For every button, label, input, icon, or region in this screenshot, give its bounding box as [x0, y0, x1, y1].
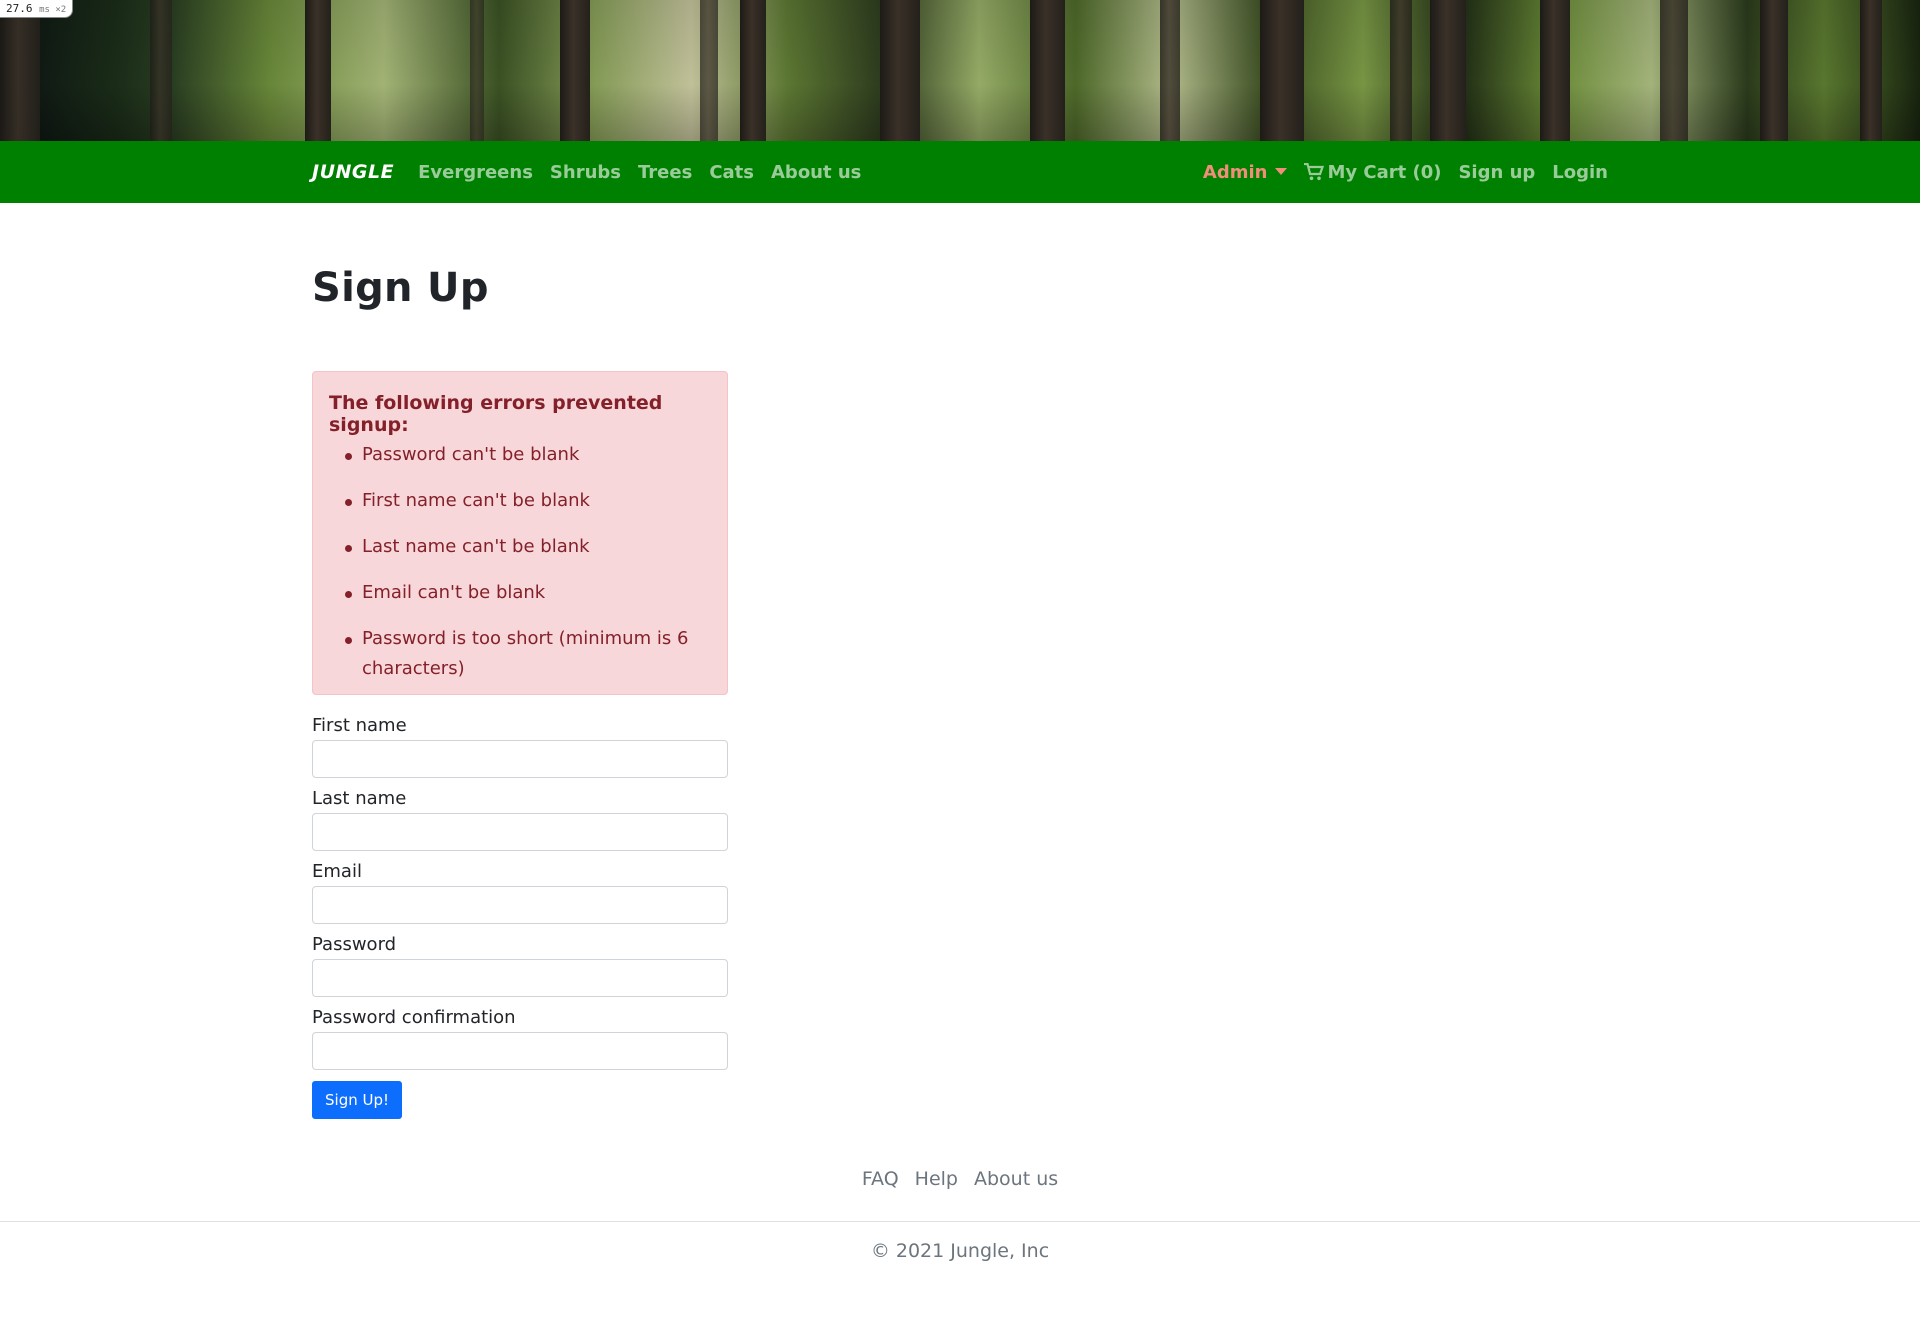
footer-link-about-us[interactable]: About us: [974, 1168, 1058, 1190]
admin-dropdown[interactable]: Admin: [1203, 162, 1288, 183]
caret-down-icon: [1275, 167, 1288, 175]
nav-link-trees[interactable]: Trees: [638, 162, 692, 183]
first-name-label: First name: [312, 715, 407, 736]
footer-link-help[interactable]: Help: [915, 1168, 958, 1190]
last-name-input[interactable]: [312, 813, 728, 851]
first-name-input[interactable]: [312, 740, 728, 778]
perf-unit: ms ×2: [39, 5, 67, 15]
perf-badge: 27.6 ms ×2: [0, 0, 74, 18]
error-item: First name can't be blank: [345, 486, 711, 516]
password-label: Password: [312, 934, 397, 955]
brand-logo[interactable]: JUNGLE: [312, 161, 394, 183]
sign-up-submit-button[interactable]: Sign Up!: [312, 1081, 402, 1119]
error-item: Last name can't be blank: [345, 532, 711, 562]
error-item: Password can't be blank: [345, 440, 711, 470]
error-item: Email can't be blank: [345, 578, 711, 608]
email-label: Email: [312, 861, 362, 882]
shopping-cart-icon: [1304, 163, 1325, 181]
cart-label: My Cart (0): [1327, 161, 1442, 183]
hero-banner-forest: [0, 0, 1920, 141]
nav-link-login[interactable]: Login: [1552, 162, 1608, 183]
admin-label: Admin: [1202, 161, 1268, 183]
footer-link-faq[interactable]: FAQ: [862, 1168, 899, 1190]
perf-value: 27.6: [6, 2, 33, 15]
nav-link-sign-up[interactable]: Sign up: [1458, 162, 1535, 183]
error-alert: The following errors prevented signup: P…: [312, 371, 728, 695]
footer-links: FAQ Help About us: [0, 1168, 1920, 1190]
password-confirmation-input[interactable]: [312, 1032, 728, 1070]
email-input[interactable]: [312, 886, 728, 924]
page-title: Sign Up: [312, 265, 489, 311]
nav-link-evergreens[interactable]: Evergreens: [418, 162, 533, 183]
footer-divider: [0, 1221, 1920, 1222]
nav-link-about-us[interactable]: About us: [771, 162, 861, 183]
error-item: Password is too short (minimum is 6 char…: [345, 624, 711, 684]
nav-link-shrubs[interactable]: Shrubs: [550, 162, 621, 183]
password-input[interactable]: [312, 959, 728, 997]
copyright: © 2021 Jungle, Inc: [870, 1240, 1050, 1262]
last-name-label: Last name: [312, 788, 407, 809]
error-list: Password can't be blank First name can't…: [345, 440, 711, 684]
signup-form: First name Last name Email Password Pass…: [312, 712, 728, 1077]
password-confirmation-label: Password confirmation: [312, 1007, 516, 1028]
error-heading: The following errors prevented signup:: [329, 392, 663, 436]
nav-link-cats[interactable]: Cats: [709, 162, 754, 183]
cart-link[interactable]: My Cart (0): [1304, 162, 1441, 183]
navbar: JUNGLE Evergreens Shrubs Trees Cats Abou…: [0, 141, 1920, 203]
